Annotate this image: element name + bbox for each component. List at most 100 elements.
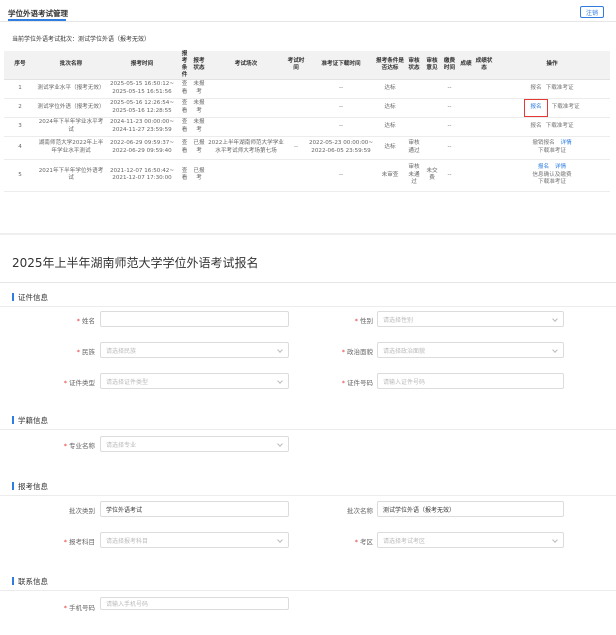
cell-no: 5 bbox=[4, 159, 36, 192]
cell-no: 2 bbox=[4, 98, 36, 118]
section-school-info: 学籍信息 bbox=[12, 415, 48, 426]
register-link[interactable]: 报名 bbox=[530, 123, 541, 129]
phone-label: * 手机号码 bbox=[63, 604, 95, 612]
section-divider bbox=[0, 429, 616, 430]
required-mark: * bbox=[63, 379, 67, 387]
cell-exam-time bbox=[285, 98, 307, 118]
cell-exam-time bbox=[285, 79, 307, 99]
batch-name-field: 测试学位外语（报考无效） bbox=[377, 501, 564, 517]
id-type-select[interactable]: 请选择证件类型 bbox=[100, 373, 289, 389]
table-header-row: 序号 批次名称 报考时间 报考条件 报考状态 考试场次 考试时间 准考证下载时间… bbox=[4, 51, 610, 80]
cell-name: 2021年下半年学位外语考试 bbox=[36, 159, 106, 192]
col-header: 审核状态 bbox=[405, 51, 423, 80]
cell-score-status bbox=[474, 136, 494, 160]
cell-opinion bbox=[423, 79, 441, 99]
cell-status: 未报考 bbox=[191, 79, 207, 99]
required-mark: * bbox=[341, 348, 345, 356]
panel-title: 学位外语考试管理 bbox=[8, 9, 68, 18]
download-ticket-link[interactable]: 下载准考证 bbox=[495, 179, 609, 187]
col-header: 准考证下载时间 bbox=[307, 51, 375, 80]
ethnicity-select[interactable]: 请选择民族 bbox=[100, 342, 289, 358]
major-select[interactable]: 请选择专业 bbox=[100, 436, 289, 452]
required-mark: * bbox=[63, 604, 67, 612]
cell-ops: 报名 下载准考证 bbox=[494, 117, 610, 137]
area-select[interactable]: 请选择考试考区 bbox=[377, 532, 564, 548]
cancel-registration-link[interactable]: 撤销报名 bbox=[532, 140, 554, 146]
register-link-highlighted[interactable]: 报名 bbox=[524, 99, 548, 117]
cell-session bbox=[207, 117, 285, 137]
register-link[interactable]: 报名 bbox=[538, 164, 549, 170]
id-number-input[interactable]: 请输入证件号码 bbox=[377, 373, 564, 389]
details-link[interactable]: 详情 bbox=[560, 140, 571, 146]
view-condition-link[interactable]: 查看 bbox=[178, 117, 191, 137]
view-condition-link[interactable]: 查看 bbox=[178, 79, 191, 99]
cell-exam-time: -- bbox=[285, 136, 307, 160]
gender-select[interactable]: 请选择性别 bbox=[377, 311, 564, 327]
required-mark: * bbox=[63, 538, 67, 546]
cell-no: 1 bbox=[4, 79, 36, 99]
cell-status: 已报考 bbox=[191, 159, 207, 192]
cell-pay: -- bbox=[441, 98, 458, 118]
col-header: 审核意见 bbox=[423, 51, 441, 80]
chevron-down-icon bbox=[552, 537, 558, 543]
political-select[interactable]: 请选择政治面貌 bbox=[377, 342, 564, 358]
table-row: 2 测试学位外语（报考无效） 2025-05-16 12:26:54~ 2025… bbox=[4, 98, 610, 118]
cell-score-status bbox=[474, 159, 494, 192]
col-header: 考试场次 bbox=[207, 51, 285, 80]
cell-score bbox=[458, 117, 474, 137]
download-ticket-link[interactable]: 下载准考证 bbox=[546, 85, 574, 91]
cell-meet: 未审查 bbox=[375, 159, 405, 192]
title-divider bbox=[0, 21, 616, 22]
section-contact-info: 联系信息 bbox=[12, 576, 48, 587]
col-header: 序号 bbox=[4, 51, 36, 80]
cell-ticket: -- bbox=[307, 98, 375, 118]
col-header: 成绩 bbox=[458, 51, 474, 80]
cell-ops: 报名 下载准考证 bbox=[494, 79, 610, 99]
view-condition-link[interactable]: 查看 bbox=[178, 159, 191, 192]
cell-score-status bbox=[474, 98, 494, 118]
major-label: * 专业名称 bbox=[63, 442, 95, 450]
section-divider bbox=[0, 306, 616, 307]
current-batch-text: 当前学位外语考试批次：测试学位外语（报考无效） bbox=[12, 36, 151, 43]
required-mark: * bbox=[354, 538, 358, 546]
view-condition-link[interactable]: 查看 bbox=[178, 136, 191, 160]
subject-select[interactable]: 请选择报考科目 bbox=[100, 532, 289, 548]
col-header: 操作 bbox=[494, 51, 610, 80]
cell-meet: 达标 bbox=[375, 79, 405, 99]
batch-name-label: 批次名称 bbox=[347, 507, 373, 515]
cell-exam-time bbox=[285, 117, 307, 137]
gender-label: * 性别 bbox=[354, 317, 373, 325]
phone-input[interactable]: 请输入手机号码 bbox=[100, 597, 289, 610]
details-link[interactable]: 详情 bbox=[555, 164, 566, 170]
register-link[interactable]: 报名 bbox=[530, 85, 541, 91]
cell-session bbox=[207, 98, 285, 118]
required-mark: * bbox=[354, 317, 358, 325]
name-input[interactable] bbox=[100, 311, 289, 327]
chevron-down-icon bbox=[277, 378, 283, 384]
exam-batch-table: 序号 批次名称 报考时间 报考条件 报考状态 考试场次 考试时间 准考证下载时间… bbox=[4, 51, 610, 192]
section-exam-info: 报考信息 bbox=[12, 481, 48, 492]
chevron-down-icon bbox=[552, 316, 558, 322]
cell-name: 2024年下半年学业水平考试 bbox=[36, 117, 106, 137]
col-header: 批次名称 bbox=[36, 51, 106, 80]
cell-session bbox=[207, 159, 285, 192]
cell-ops: 撤销报名 详情 下载准考证 bbox=[494, 136, 610, 160]
cell-score bbox=[458, 98, 474, 118]
logout-button[interactable]: 注销 bbox=[580, 6, 604, 18]
download-ticket-link[interactable]: 下载准考证 bbox=[546, 123, 574, 129]
view-condition-link[interactable]: 查看 bbox=[178, 98, 191, 118]
ethnicity-label: * 民族 bbox=[76, 348, 95, 356]
cell-ticket: -- bbox=[307, 117, 375, 137]
exam-management-panel: 学位外语考试管理 注销 当前学位外语考试批次：测试学位外语（报考无效） 序号 批… bbox=[0, 0, 616, 233]
chevron-down-icon bbox=[277, 347, 283, 353]
cell-audit: 审核通过 bbox=[405, 136, 423, 160]
batch-type-label: 批次类别 bbox=[69, 507, 95, 515]
download-ticket-link[interactable]: 下载准考证 bbox=[495, 148, 609, 156]
cell-name: 湖南师范大学2022年上半年学业水平测试 bbox=[36, 136, 106, 160]
cell-audit: 审核未通过 bbox=[405, 159, 423, 192]
cell-time: 2022-06-29 09:59:37~ 2022-06-29 09:59:40 bbox=[106, 136, 178, 160]
cell-opinion: 未交费 bbox=[423, 159, 441, 192]
download-ticket-link[interactable]: 下载准考证 bbox=[552, 104, 580, 110]
cell-status: 已报考 bbox=[191, 136, 207, 160]
required-mark: * bbox=[76, 317, 80, 325]
